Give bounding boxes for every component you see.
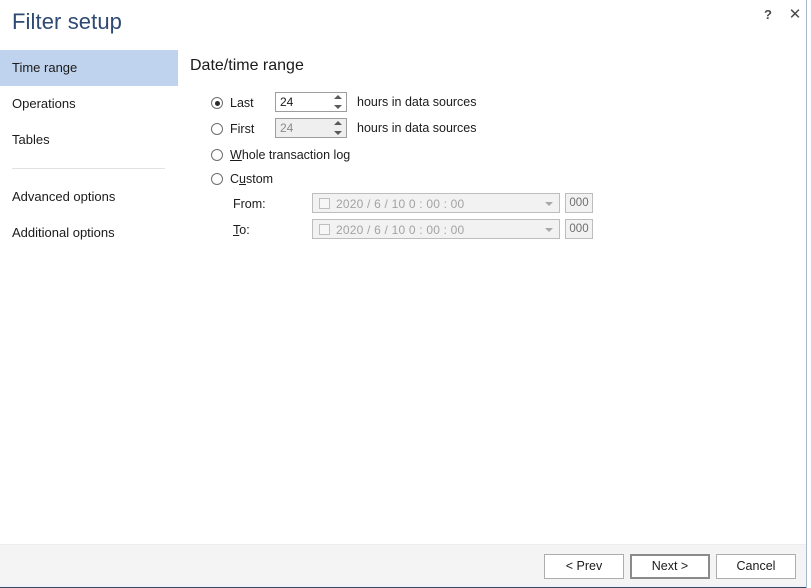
radio-custom[interactable]: Custom (211, 170, 273, 188)
to-enable-checkbox[interactable] (319, 224, 330, 235)
sidebar-item-additional-options[interactable]: Additional options (0, 215, 178, 251)
radio-last[interactable]: Last (211, 94, 254, 112)
from-datetime-field[interactable]: 2020 / 6 / 10 0 : 00 : 00 (312, 193, 560, 213)
main-panel: Date/time range Last 24 hours in data so… (190, 57, 790, 243)
sidebar-item-time-range[interactable]: Time range (0, 50, 178, 86)
filter-setup-dialog: Filter setup ? ✕ Time range Operations T… (0, 0, 806, 588)
sidebar-item-advanced-options[interactable]: Advanced options (0, 179, 178, 215)
last-hours-suffix: hours in data sources (357, 95, 477, 109)
cancel-button[interactable]: Cancel (716, 554, 796, 579)
to-milliseconds-field[interactable]: 000 (565, 219, 593, 239)
date-row-to: To: 2020 / 6 / 10 0 : 00 : 00 000 (190, 217, 790, 243)
sidebar-divider (12, 168, 165, 169)
option-row-last: Last 24 hours in data sources (190, 91, 790, 117)
to-label: To: (233, 223, 250, 237)
radio-indicator (211, 149, 223, 161)
dialog-footer: < Prev Next > Cancel (0, 544, 806, 588)
radio-indicator (211, 123, 223, 135)
accelerator-char: u (239, 172, 246, 186)
next-button[interactable]: Next > (630, 554, 710, 579)
radio-indicator (211, 97, 223, 109)
first-hours-stepper[interactable]: 24 (275, 118, 347, 138)
help-icon[interactable]: ? (757, 4, 779, 26)
sidebar-item-label: Additional options (12, 225, 115, 240)
prev-button[interactable]: < Prev (544, 554, 624, 579)
sidebar-item-tables[interactable]: Tables (0, 122, 178, 158)
option-row-whole-log: Whole transaction log (190, 143, 790, 167)
dialog-titlebar: Filter setup ? ✕ (0, 0, 806, 40)
radio-label-first: C (230, 172, 240, 186)
radio-indicator (211, 173, 223, 185)
last-hours-stepper[interactable]: 24 (275, 92, 347, 112)
radio-whole-transaction-log[interactable]: Whole transaction log (211, 146, 350, 164)
stepper-arrows-icon[interactable] (332, 120, 344, 136)
from-datetime-value: 2020 / 6 / 10 0 : 00 : 00 (336, 197, 465, 211)
from-milliseconds-field[interactable]: 000 (565, 193, 593, 213)
accelerator-char: W (230, 148, 242, 162)
sidebar: Time range Operations Tables Advanced op… (0, 50, 178, 251)
section-heading: Date/time range (190, 57, 304, 74)
sidebar-item-operations[interactable]: Operations (0, 86, 178, 122)
option-row-first: First 24 hours in data sources (190, 117, 790, 143)
sidebar-item-label: Operations (12, 96, 76, 111)
stepper-arrows-icon[interactable] (332, 94, 344, 110)
radio-label-rest: hole transaction log (241, 148, 351, 162)
to-datetime-value: 2020 / 6 / 10 0 : 00 : 00 (336, 223, 465, 237)
chevron-down-icon[interactable] (545, 202, 553, 206)
to-label-rest: o: (239, 223, 250, 237)
radio-label: Whole transaction log (230, 148, 350, 162)
sidebar-item-label: Time range (12, 60, 78, 75)
from-label: From: (233, 197, 266, 211)
radio-label-rest: stom (245, 172, 274, 186)
sidebar-item-label: Tables (12, 132, 50, 147)
option-row-custom: Custom (190, 167, 790, 191)
radio-label: First (230, 122, 255, 136)
page-title: Filter setup (12, 9, 123, 34)
sidebar-item-label: Advanced options (12, 189, 116, 204)
close-icon[interactable]: ✕ (784, 4, 806, 26)
chevron-down-icon[interactable] (545, 228, 553, 232)
from-enable-checkbox[interactable] (319, 198, 330, 209)
date-row-from: From: 2020 / 6 / 10 0 : 00 : 00 000 (190, 191, 790, 217)
first-hours-value: 24 (280, 121, 294, 135)
last-hours-value: 24 (280, 95, 294, 109)
to-datetime-field[interactable]: 2020 / 6 / 10 0 : 00 : 00 (312, 219, 560, 239)
radio-first[interactable]: First (211, 120, 254, 138)
radio-label: Last (230, 96, 254, 110)
radio-label: Custom (230, 172, 273, 186)
first-hours-suffix: hours in data sources (357, 121, 477, 135)
window-right-edge (806, 0, 811, 588)
